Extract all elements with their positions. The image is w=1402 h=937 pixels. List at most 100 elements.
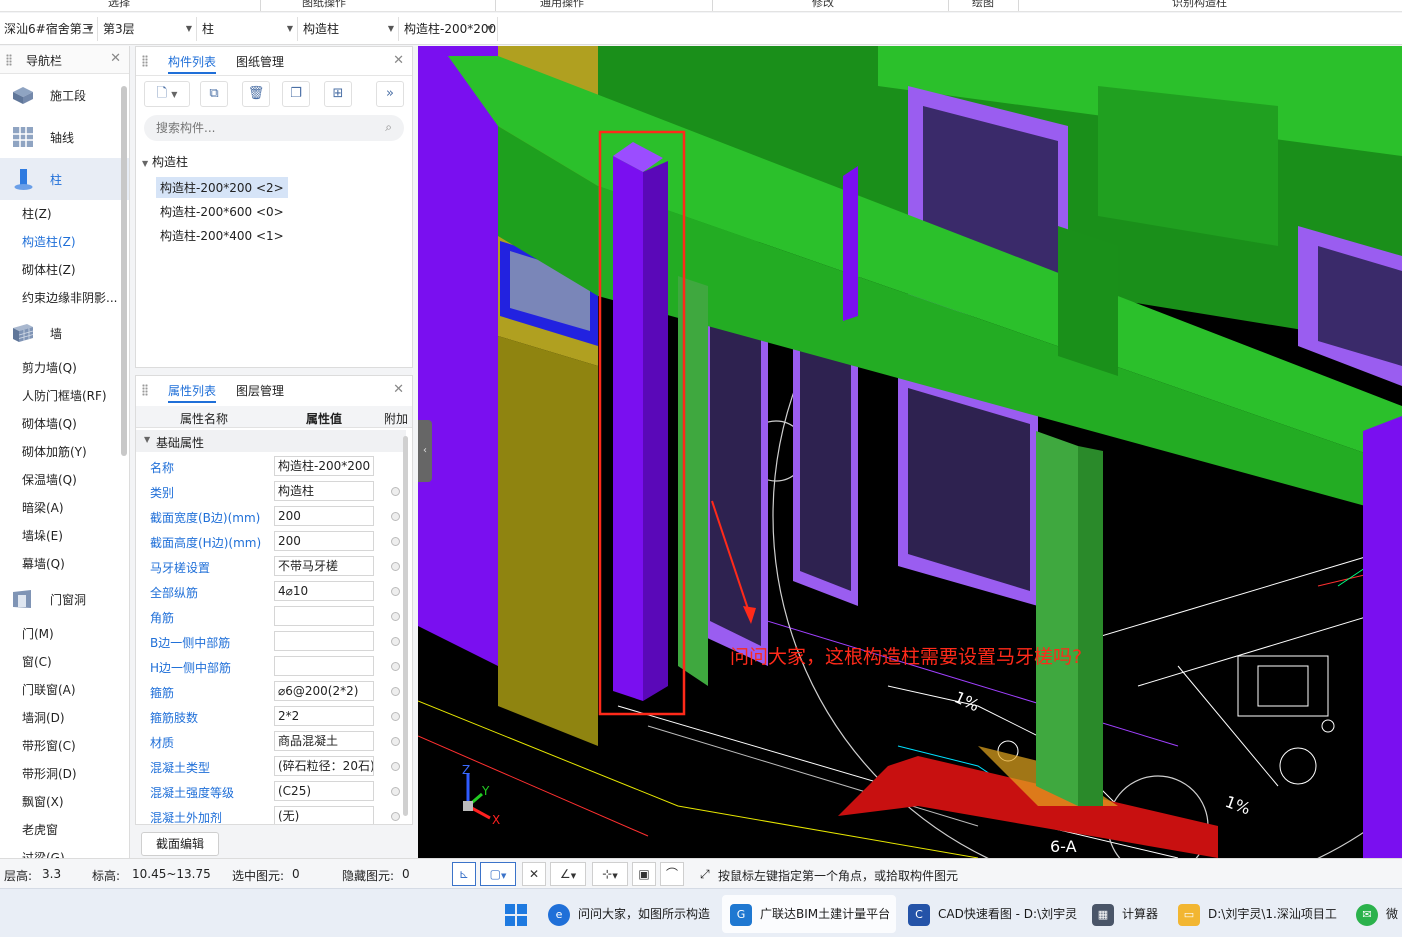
collapse-panel-tab[interactable]: ‹ [418,420,432,482]
nav-item-boundary-non-shadow[interactable]: 约束边缘非阴影... [0,284,129,312]
property-extra-checkbox[interactable] [391,787,400,796]
property-value[interactable] [274,606,374,626]
close-icon[interactable]: ✕ [110,51,121,66]
property-extra-checkbox[interactable] [391,737,400,746]
property-value[interactable]: (C25) [274,781,374,801]
arc-snap-button[interactable]: ⌒ [660,862,684,886]
property-extra-checkbox[interactable] [391,537,400,546]
nav-category-axis[interactable]: 轴线 [0,116,129,158]
nav-item-masonry-column[interactable]: 砌体柱(Z) [0,256,129,284]
property-row[interactable]: 箍筋 ⌀6@200(2*2) [136,679,406,704]
nav-item-insulation-wall[interactable]: 保温墙(Q) [0,466,129,494]
property-extra-checkbox[interactable] [391,587,400,596]
nav-item-curtain-wall[interactable]: 幕墙(Q) [0,550,129,578]
3d-viewport[interactable]: 问问大家，这根构造柱需要设置马牙槎吗? 6-A 1% 1% Z Y X [418,46,1402,858]
property-row[interactable]: 截面宽度(B边)(mm) 200 [136,504,406,529]
component-select[interactable]: 构造柱-200*200 ▼ [400,17,498,41]
taskbar-item-wechat[interactable]: ✉ 微 [1356,895,1402,933]
cross-snap-button[interactable]: ✕ [522,862,546,886]
nav-category-wall[interactable]: 墙 [0,312,129,354]
property-extra-checkbox[interactable] [391,612,400,621]
taskbar-item-cad-viewer[interactable]: C CAD快速看图 - D:\刘宇灵 [908,895,1078,933]
property-row[interactable]: 类别 构造柱 [136,479,406,504]
property-extra-checkbox[interactable] [391,562,400,571]
angle-snap-button[interactable]: ∠▼ [550,862,586,886]
property-row[interactable]: 截面高度(H边)(mm) 200 [136,529,406,554]
nav-item-door-window-combo[interactable]: 门联窗(A) [0,676,129,704]
property-scrollbar[interactable] [403,436,408,816]
taskbar-item-glodon[interactable]: G 广联达BIM土建计量平台 [722,895,896,933]
tree-node-constructional-column[interactable]: ▼ 构造柱 [142,153,188,170]
property-row[interactable]: 混凝土强度等级 (C25) [136,779,406,804]
ribbon-group-select[interactable]: 选择 [108,0,130,10]
property-extra-checkbox[interactable] [391,712,400,721]
tab-component-list[interactable]: 构件列表 [168,53,217,74]
property-row[interactable]: 混凝土外加剂 (无) [136,804,406,824]
property-value[interactable]: 2*2 [274,706,374,726]
ribbon-group-identify-column[interactable]: 识别构造柱 [1172,0,1227,10]
display-settings-button[interactable]: ▣ [632,862,656,886]
taskbar-item-folder[interactable]: ▭ D:\刘宇灵\1.深汕项目工 [1178,895,1348,933]
nav-item-civil-defense-frame-wall[interactable]: 人防门框墙(RF) [0,382,129,410]
import-component-button[interactable]: ⊞ [324,81,352,107]
ortho-snap-button[interactable]: ⊾ [452,862,476,886]
type-select[interactable]: 构造柱 ▼ [299,17,399,41]
property-extra-checkbox[interactable] [391,812,400,821]
property-row[interactable]: 混凝土类型 (碎石粒径：20石) [136,754,406,779]
property-row[interactable]: H边一侧中部筋 [136,654,406,679]
nav-item-strip-opening[interactable]: 带形洞(D) [0,760,129,788]
ribbon-group-common-ops[interactable]: 通用操作 [540,0,584,10]
nav-category-column[interactable]: 柱 [0,158,129,200]
nav-item-column[interactable]: 柱(Z) [0,200,129,228]
copy-to-floor-button[interactable]: ❐ [282,81,310,107]
nav-category-stage[interactable]: 施工段 [0,74,129,116]
close-icon[interactable]: ✕ [393,53,404,68]
expand-triangle-icon[interactable]: ▼ [142,159,148,168]
property-extra-checkbox[interactable] [391,662,400,671]
nav-item-wall-opening[interactable]: 墙洞(D) [0,704,129,732]
property-extra-checkbox[interactable] [391,687,400,696]
property-extra-checkbox[interactable] [391,487,400,496]
model-view-canvas[interactable]: 问问大家，这根构造柱需要设置马牙槎吗? 6-A 1% 1% Z Y X [418,46,1402,858]
ribbon-group-draw[interactable]: 绘图 [972,0,994,10]
property-value[interactable]: 4⌀10 [274,581,374,601]
section-edit-button[interactable]: 截面编辑 [141,832,219,856]
component-item-200x400[interactable]: 构造柱-200*400 <1> [156,225,288,246]
drag-grip-icon[interactable] [142,55,148,67]
delete-component-button[interactable]: 🗑 [242,81,270,107]
component-item-200x200[interactable]: 构造柱-200*200 <2> [156,177,288,198]
property-value[interactable]: 构造柱 [274,481,374,501]
property-value[interactable]: 200 [274,531,374,551]
nav-item-wall-pier[interactable]: 墙垛(E) [0,522,129,550]
more-tools-button[interactable]: » [376,81,404,107]
object-snap-button[interactable]: ▢▼ [480,862,516,886]
property-row[interactable]: 马牙槎设置 不带马牙槎 [136,554,406,579]
taskbar-item-browser[interactable]: e 问问大家，如图所示构造 [548,895,718,933]
nav-item-dormer-window[interactable]: 老虎窗 [0,816,129,844]
close-icon[interactable]: ✕ [393,382,404,397]
drag-grip-icon[interactable] [142,384,148,396]
property-row[interactable]: 全部纵筋 4⌀10 [136,579,406,604]
nav-scrollbar[interactable] [121,86,127,456]
property-value[interactable]: 构造柱-200*200 [274,456,374,476]
ribbon-group-modify[interactable]: 修改 [812,0,834,10]
nav-item-strip-window[interactable]: 带形窗(C) [0,732,129,760]
category-select[interactable]: 柱 ▼ [198,17,298,41]
floor-select[interactable]: 第3层 ▼ [99,17,197,41]
nav-item-hidden-beam[interactable]: 暗梁(A) [0,494,129,522]
property-row[interactable]: 材质 商品混凝土 [136,729,406,754]
nav-item-door[interactable]: 门(M) [0,620,129,648]
expand-triangle-icon[interactable]: ▼ [144,435,150,444]
property-value[interactable] [274,656,374,676]
new-component-button[interactable]: 🗋 ▼ [144,81,190,107]
property-value[interactable] [274,631,374,651]
property-extra-checkbox[interactable] [391,762,400,771]
nav-item-constructional-column[interactable]: 构造柱(Z) [0,228,129,256]
component-search[interactable]: ⌕ [144,115,404,141]
property-value[interactable]: (碎石粒径：20石) [274,756,374,776]
drag-grip-icon[interactable] [6,54,12,66]
search-icon[interactable]: ⌕ [385,120,392,135]
component-search-input[interactable] [144,115,354,141]
property-value[interactable]: 200 [274,506,374,526]
tab-layer-management[interactable]: 图层管理 [236,382,284,401]
